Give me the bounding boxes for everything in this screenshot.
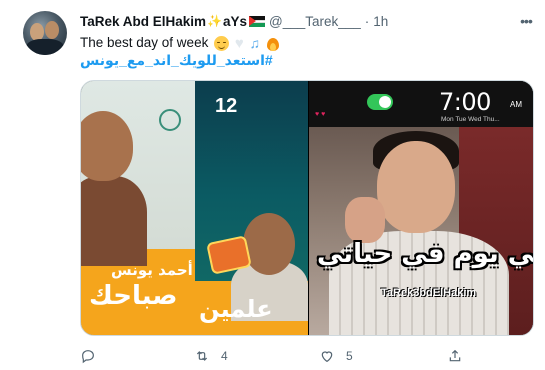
avatar-shoulders <box>26 39 64 55</box>
tweet-timestamp[interactable]: 1h <box>373 14 388 29</box>
fire-icon <box>266 36 279 51</box>
share-button[interactable] <box>447 346 463 366</box>
reply-button[interactable] <box>80 346 107 366</box>
poster-person-body-a <box>81 176 147 266</box>
alarm-clock-time: 7:00 <box>439 88 491 116</box>
poster-person-head-a <box>81 111 133 181</box>
reply-icon <box>82 350 94 364</box>
tweet[interactable]: TaRek Abd ElHakim ✨ aYs @___Tarek___ · 1… <box>0 0 545 370</box>
poster-caption-large: صباحك <box>89 281 178 311</box>
author-name-suffix[interactable]: aYs <box>223 14 247 29</box>
poster-number: 12 <box>215 95 238 117</box>
hashtag-link[interactable]: #استعد_للويك_اند_مع_يونس <box>80 52 280 69</box>
media-photo-right[interactable]: ♥ ♥ 7:00 AM Mon Tue Wed Thu... علي يوم ف… <box>309 81 534 335</box>
poster-person-head-b <box>243 213 295 275</box>
relieved-face-icon <box>214 35 230 51</box>
like-count: 5 <box>346 349 353 363</box>
tweet-actions: 4 5 <box>80 346 534 366</box>
tweet-header: TaRek Abd ElHakim ✨ aYs @___Tarek___ · 1… <box>80 13 388 29</box>
meme-person-hands <box>345 197 385 243</box>
white-heart-icon: ♥ <box>234 34 244 52</box>
sparkles-icon: ✨ <box>207 14 222 28</box>
retweet-button[interactable]: 4 <box>194 346 228 366</box>
alarm-ampm: AM <box>510 100 522 109</box>
media-photo-left[interactable]: 12 أحمد يونس صباحك علمين <box>81 81 308 335</box>
heart-icon <box>321 351 333 363</box>
meme-watermark: TaRek3bdElHakim <box>381 287 477 299</box>
tweet-text-content: The best day of week <box>80 35 209 50</box>
poster-caption-small: أحمد يونس <box>111 261 193 279</box>
avatar-person-2 <box>45 21 59 39</box>
toggle-switch-icon <box>367 94 393 110</box>
poster-logo-icon <box>159 109 181 131</box>
flag-icon <box>249 15 266 27</box>
separator-dot: · <box>364 13 370 29</box>
author-name[interactable]: TaRek Abd ElHakim <box>80 14 206 29</box>
tweet-text: The best day of week ♥ ♫ <box>80 34 279 52</box>
retweet-icon <box>196 351 208 361</box>
like-button[interactable]: 5 <box>319 346 353 366</box>
retweet-count: 4 <box>221 349 228 363</box>
heart-icons: ♥ ♥ <box>315 111 326 118</box>
tweet-media[interactable]: 12 أحمد يونس صباحك علمين ♥ ♥ 7:00 AM Mon… <box>80 80 534 336</box>
phone-status-bar: ♥ ♥ 7:00 AM Mon Tue Wed Thu... <box>309 81 533 127</box>
meme-person-head <box>377 141 455 233</box>
alarm-days: Mon Tue Wed Thu... <box>441 116 500 123</box>
share-icon <box>449 349 461 362</box>
author-handle[interactable]: @___Tarek___ <box>269 14 361 29</box>
poster-caption-right: علمين <box>199 295 273 323</box>
more-options-icon[interactable]: ••• <box>517 13 535 29</box>
meme-caption: علي يوم في حياتي <box>317 239 534 269</box>
music-notes-icon: ♫ <box>249 34 261 51</box>
author-avatar[interactable] <box>23 11 67 55</box>
